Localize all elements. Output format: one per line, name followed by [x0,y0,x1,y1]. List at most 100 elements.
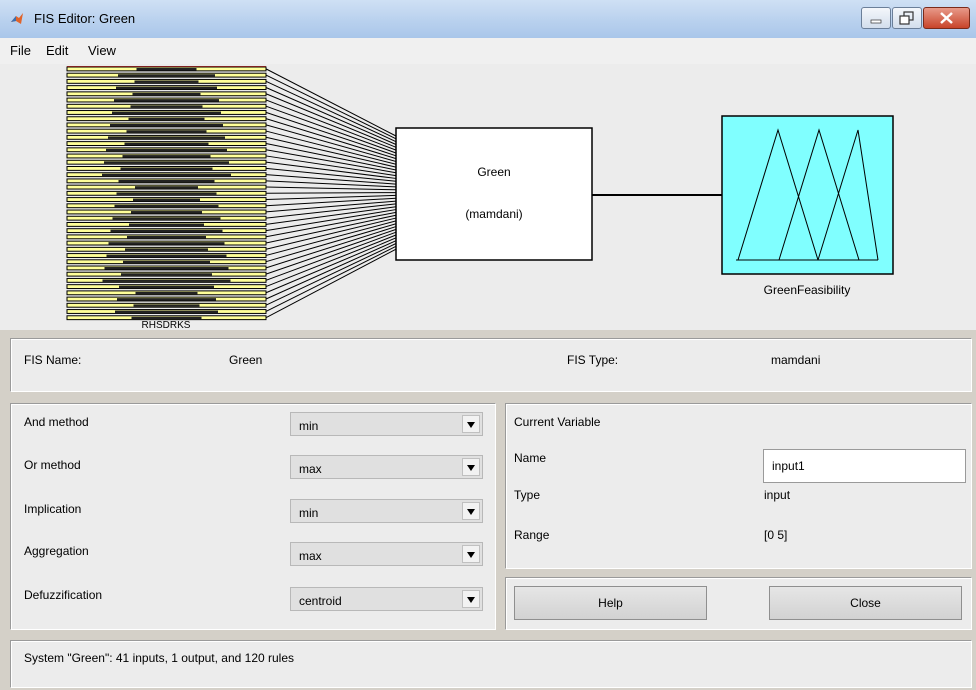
variable-name-label: Name [514,451,547,465]
variable-range-value: [0 5] [764,528,788,542]
menu-file[interactable]: File [10,43,31,58]
fis-name-value: Green [229,353,263,367]
input-membership-glyph [129,223,204,226]
input-connection-line [265,243,397,306]
input-membership-glyph [121,273,212,276]
input-membership-glyph [106,148,227,152]
close-icon [940,12,953,24]
help-button[interactable]: Help [514,586,707,620]
input-membership-glyph [117,298,216,301]
input-membership-glyph [115,310,218,314]
input-membership-glyph [127,235,206,239]
menu-view[interactable]: View [88,43,116,58]
input-membership-glyph [122,155,211,158]
current-variable-heading: Current Variable [514,415,601,429]
matlab-icon [11,13,23,24]
input-connection-line [265,237,397,294]
input-connection-line [265,217,397,250]
aggregation-label: Aggregation [24,544,89,558]
input-connection-line [265,180,397,188]
variable-name-input[interactable]: input1 [763,449,966,483]
input-membership-glyph [133,304,200,307]
input-membership-glyph [116,192,217,195]
input-membership-glyph [134,80,199,83]
input-connection-line [265,80,397,143]
and-method-select[interactable]: min [290,412,483,436]
status-panel: System "Green": 41 inputs, 1 output, and… [10,640,972,688]
input-membership-glyph [112,111,221,115]
or-method-label: Or method [24,458,81,472]
input-membership-glyph [125,248,208,251]
input-connection-lines [265,68,397,319]
input-membership-glyph [131,316,202,320]
inputs-label: RHSDRKS [142,320,191,330]
minimize-button[interactable] [861,7,891,29]
input-connection-line [265,209,397,232]
and-method-label: And method [24,415,89,429]
input-membership-glyph [102,173,231,177]
methods-panel: And method min Or method max Implication… [10,403,496,630]
input-connection-line [265,111,397,157]
or-method-select[interactable]: max [290,455,483,479]
input-membership-glyph [136,68,197,71]
fis-type-label: FIS Type: [567,353,619,367]
input-membership-glyph [110,229,223,233]
chevron-down-icon [462,458,480,476]
input-membership-glyph [128,117,205,121]
input-connection-line [265,149,397,174]
menu-bar: File Edit View [0,38,976,64]
aggregation-select[interactable]: max [290,542,483,566]
input-connection-line [265,93,397,148]
input-membership-glyph [135,291,198,295]
input-membership-glyph [104,267,229,270]
input-membership-glyph [120,167,213,170]
implication-label: Implication [24,502,82,516]
system-type: (mamdani) [465,207,522,221]
input-connection-line [265,68,397,137]
input-membership-glyph [130,105,203,108]
current-variable-panel: Current Variable Name input1 Type input … [505,403,972,569]
status-text: System "Green": 41 inputs, 1 output, and… [24,651,295,665]
input-membership-glyph [102,279,231,282]
variable-type-value: input [764,488,791,502]
input-membership-glyph [116,86,217,90]
chevron-down-icon [462,415,480,433]
input-membership-glyph [114,99,219,102]
input-connection-line [265,228,397,275]
input-membership-glyph [119,285,214,289]
chevron-down-icon [462,545,480,563]
close-button[interactable]: Close [769,586,962,620]
implication-select[interactable]: min [290,499,483,523]
chevron-down-icon [462,590,480,608]
input-membership-glyph [110,123,223,127]
system-box[interactable] [395,127,593,261]
defuzzification-label: Defuzzification [24,588,103,602]
menu-edit[interactable]: Edit [46,43,68,58]
output-name: GreenFeasibility [764,283,851,297]
input-membership-glyph [118,74,215,77]
input-membership-glyph [118,179,215,183]
output-box[interactable] [721,115,894,275]
input-connection-line [265,192,397,194]
input-membership-glyph [108,242,225,245]
maximize-button[interactable] [892,7,922,29]
input-membership-glyph [112,217,221,220]
input-connection-line [265,220,397,256]
maximize-icon [899,11,914,25]
fis-info-panel: FIS Name: Green FIS Type: mamdani [10,338,972,392]
fis-type-value: mamdani [771,353,821,367]
buttons-panel: Help Close [505,577,972,630]
input-membership-glyph [131,211,202,214]
fis-diagram-svg: RHSDRKS Green (mamdani) GreenFeasibility [66,66,894,331]
inputs-block[interactable]: RHSDRKS [66,66,267,331]
close-window-button[interactable] [923,7,970,29]
input-membership-glyph [106,254,227,258]
variable-range-label: Range [514,528,550,542]
input-connection-line [265,186,397,191]
fis-diagram: RHSDRKS Green (mamdani) GreenFeasibility [0,64,976,331]
input-membership-glyph [132,92,201,96]
defuzzification-select[interactable]: centroid [290,587,483,611]
input-membership-glyph [135,186,198,189]
input-membership-glyph [114,204,219,208]
input-membership-glyph [123,260,210,264]
